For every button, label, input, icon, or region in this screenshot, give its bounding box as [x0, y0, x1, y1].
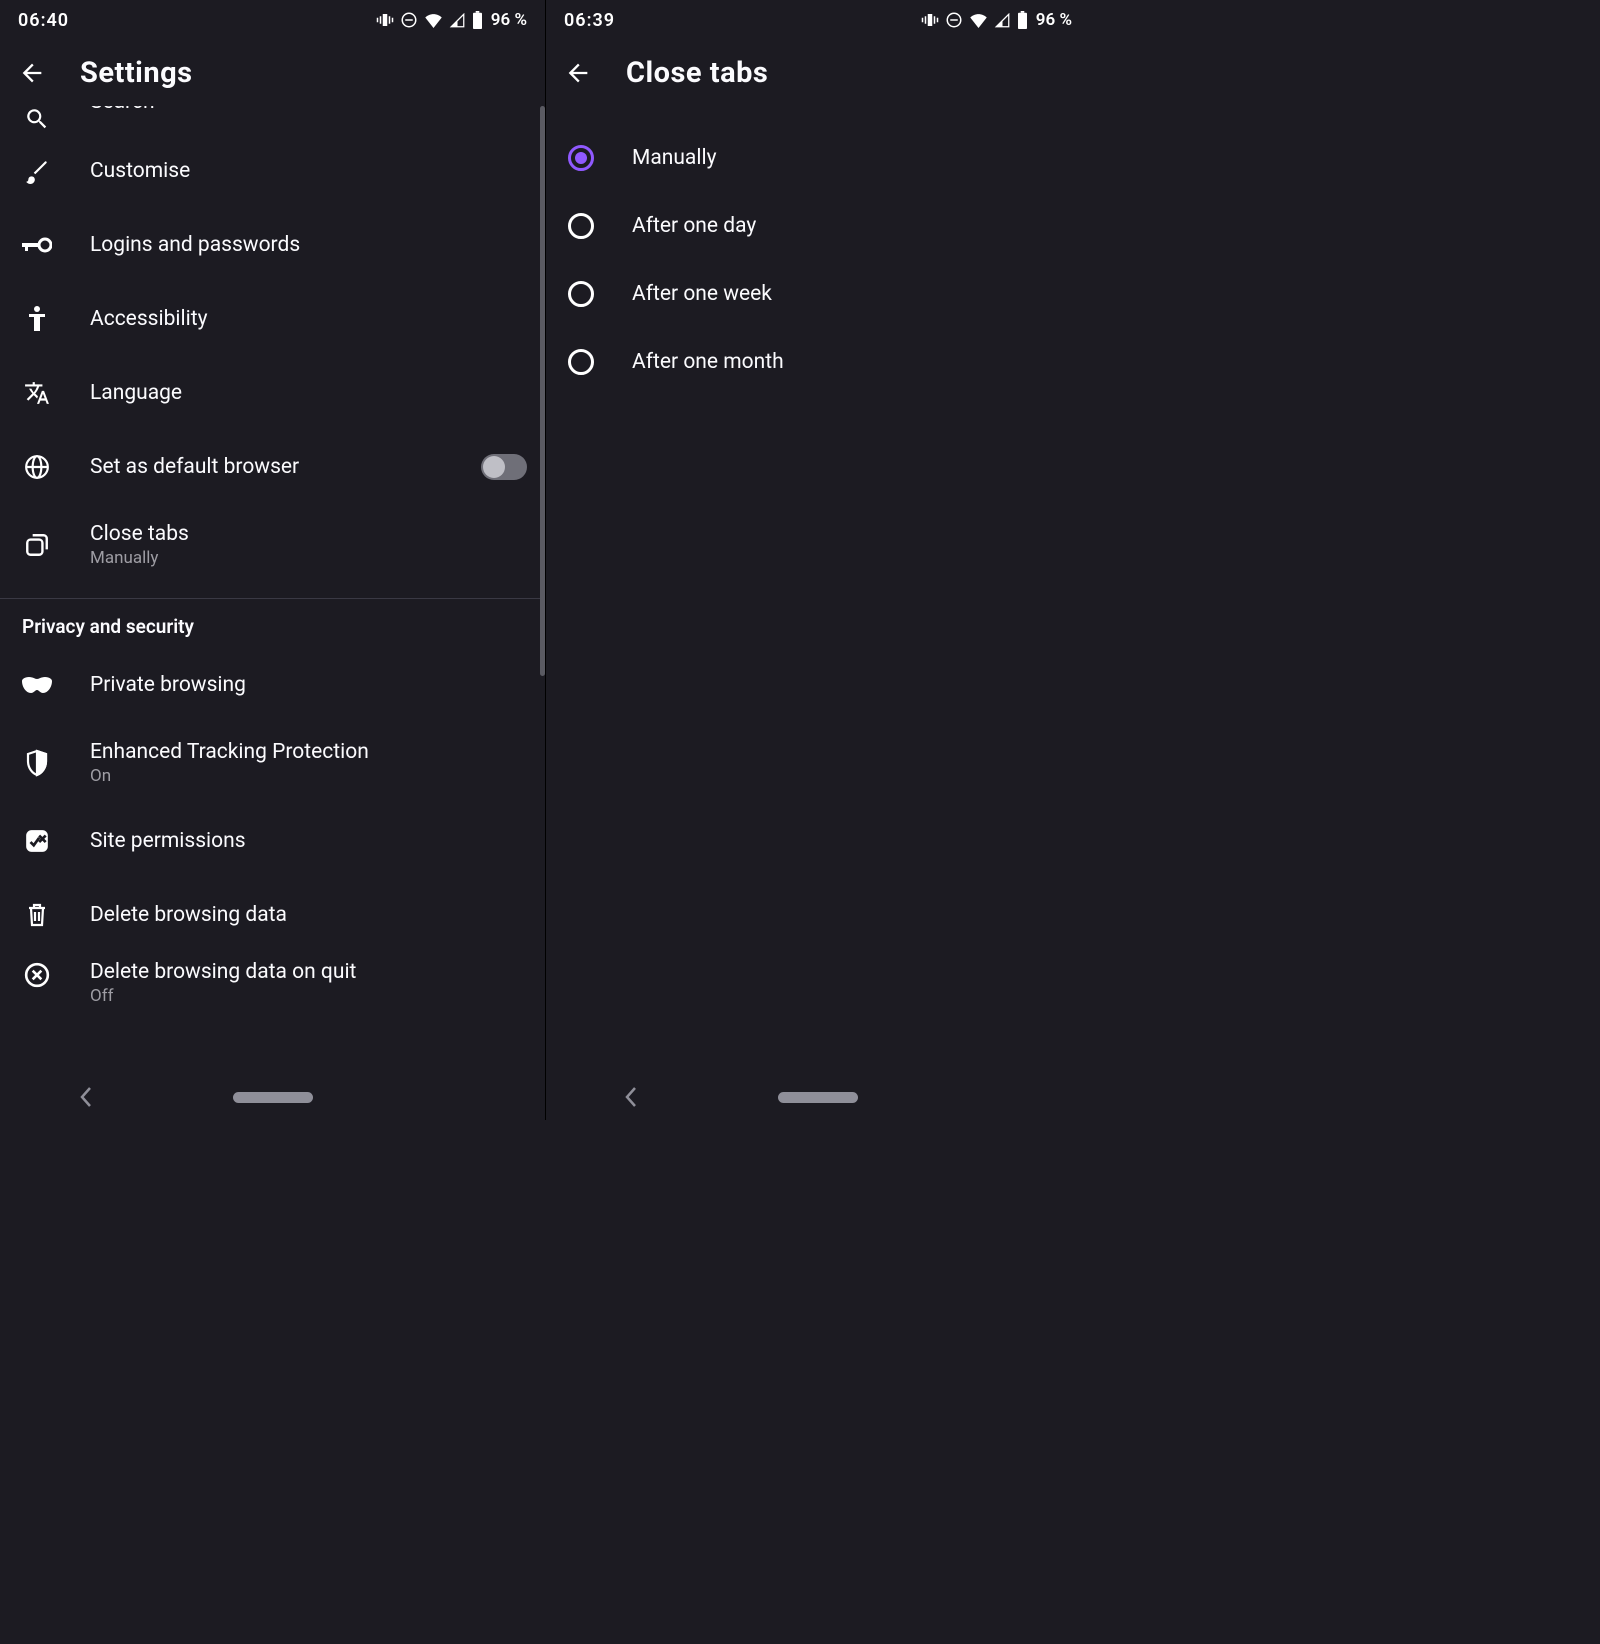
status-icons: 96 %	[376, 10, 527, 30]
settings-item-sub: Off	[90, 986, 527, 1006]
option-label: Manually	[632, 146, 717, 170]
radio-icon	[568, 145, 594, 171]
header: Close tabs	[546, 40, 1090, 106]
accessibility-icon	[25, 305, 49, 333]
option-manually[interactable]: Manually	[546, 124, 1090, 192]
settings-item-etp[interactable]: Enhanced Tracking Protection On	[0, 722, 545, 804]
nav-home-pill[interactable]	[778, 1092, 858, 1103]
option-after-one-month[interactable]: After one month	[546, 328, 1090, 396]
tabs-icon	[24, 532, 50, 558]
settings-item-label: Set as default browser	[90, 455, 443, 479]
back-arrow-icon	[564, 59, 592, 87]
default-browser-toggle[interactable]	[481, 454, 527, 480]
settings-item-label: Private browsing	[90, 673, 527, 697]
settings-item-default-browser[interactable]: Set as default browser	[0, 430, 545, 504]
settings-item-label: Logins and passwords	[90, 233, 527, 257]
settings-item-label: Site permissions	[90, 829, 527, 853]
settings-item-label: Enhanced Tracking Protection	[90, 740, 527, 764]
option-after-one-week[interactable]: After one week	[546, 260, 1090, 328]
settings-item-site-permissions[interactable]: Site permissions	[0, 804, 545, 878]
android-navbar	[546, 1074, 1090, 1120]
status-bar: 06:40 96 %	[0, 0, 545, 40]
settings-item-close-tabs[interactable]: Close tabs Manually	[0, 504, 545, 586]
nav-home-pill[interactable]	[233, 1092, 313, 1103]
settings-item-label: Accessibility	[90, 307, 527, 331]
page-title: Close tabs	[626, 56, 768, 90]
settings-item-language[interactable]: Language	[0, 356, 545, 430]
settings-item-customise[interactable]: Customise	[0, 134, 545, 208]
dnd-icon	[945, 11, 963, 29]
translate-icon	[24, 380, 50, 406]
signal-icon	[449, 13, 466, 28]
signal-icon	[994, 13, 1011, 28]
close-circle-icon	[24, 962, 50, 988]
globe-icon	[24, 454, 50, 480]
status-time: 06:39	[564, 10, 615, 31]
back-button[interactable]	[564, 59, 592, 87]
settings-item-label: Customise	[90, 159, 527, 183]
wifi-icon	[969, 13, 988, 28]
settings-item-sub: On	[90, 766, 527, 786]
wifi-icon	[424, 13, 443, 28]
brush-icon	[24, 158, 50, 184]
settings-item-label: Close tabs	[90, 522, 527, 546]
header: Settings	[0, 40, 545, 106]
battery-percent: 96 %	[1036, 10, 1072, 30]
radio-icon	[568, 213, 594, 239]
section-title-privacy: Privacy and security	[0, 599, 545, 648]
option-after-one-day[interactable]: After one day	[546, 192, 1090, 260]
settings-item-delete-data[interactable]: Delete browsing data	[0, 878, 545, 952]
shield-icon	[25, 749, 49, 777]
status-icons: 96 %	[921, 10, 1072, 30]
trash-icon	[25, 901, 49, 929]
battery-icon	[472, 11, 483, 29]
settings-item-sub: Manually	[90, 548, 527, 568]
battery-icon	[1017, 11, 1028, 29]
settings-item-label: Search	[90, 106, 527, 114]
settings-item-private-browsing[interactable]: Private browsing	[0, 648, 545, 722]
back-arrow-icon	[18, 59, 46, 87]
settings-item-accessibility[interactable]: Accessibility	[0, 282, 545, 356]
vibrate-icon	[921, 11, 939, 29]
status-time: 06:40	[18, 10, 69, 31]
radio-icon	[568, 349, 594, 375]
search-icon	[24, 106, 50, 132]
nav-back-icon[interactable]	[79, 1086, 93, 1108]
settings-screen: 06:40 96 % Settings Search	[0, 0, 545, 1120]
settings-item-label: Delete browsing data on quit	[90, 960, 527, 984]
status-bar: 06:39 96 %	[546, 0, 1090, 40]
option-label: After one day	[632, 214, 756, 238]
settings-item-delete-on-quit[interactable]: Delete browsing data on quit Off	[0, 952, 545, 1010]
option-label: After one week	[632, 282, 772, 306]
settings-item-label: Language	[90, 381, 527, 405]
settings-item-label: Delete browsing data	[90, 903, 527, 927]
settings-item-search[interactable]: Search	[0, 106, 545, 134]
mask-icon	[22, 677, 52, 693]
close-tabs-screen: 06:39 96 % Close tabs Manually	[545, 0, 1090, 1120]
key-icon	[22, 236, 52, 254]
nav-back-icon[interactable]	[624, 1086, 638, 1108]
radio-icon	[568, 281, 594, 307]
battery-percent: 96 %	[491, 10, 527, 30]
android-navbar	[0, 1074, 545, 1120]
dnd-icon	[400, 11, 418, 29]
option-label: After one month	[632, 350, 784, 374]
vibrate-icon	[376, 11, 394, 29]
back-button[interactable]	[18, 59, 46, 87]
permissions-icon	[24, 828, 50, 854]
page-title: Settings	[80, 56, 193, 90]
settings-item-logins[interactable]: Logins and passwords	[0, 208, 545, 282]
